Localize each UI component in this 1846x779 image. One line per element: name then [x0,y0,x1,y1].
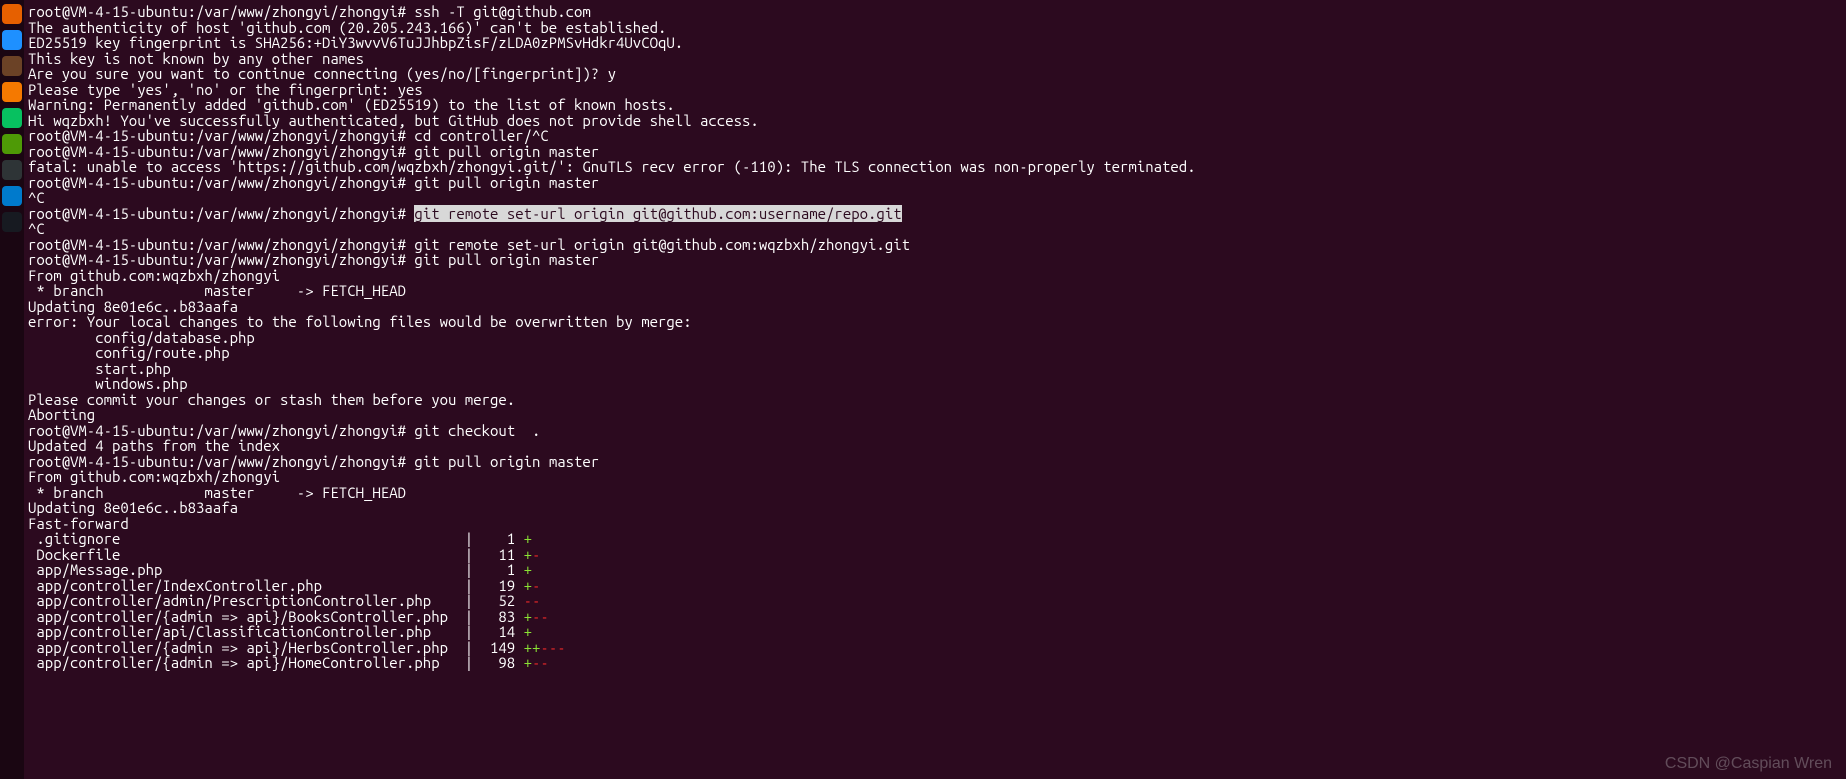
dock-item-files[interactable] [2,56,22,76]
terminal-line: Fast-forward [28,516,1842,532]
terminal-line: Are you sure you want to continue connec… [28,66,1842,82]
shell-prompt: root@VM-4-15-ubuntu:/var/www/zhongyi/zho… [28,174,406,191]
shell-prompt: root@VM-4-15-ubuntu:/var/www/zhongyi/zho… [28,3,406,20]
shell-command: git pull origin master [406,143,599,160]
terminal-line: root@VM-4-15-ubuntu:/var/www/zhongyi/zho… [28,4,1842,20]
terminal-line: From github.com:wqzbxh/zhongyi [28,469,1842,485]
dock-item-wechat[interactable] [2,108,22,128]
terminal-line: Updating 8e01e6c..b83aafa [28,299,1842,315]
terminal-line: app/Message.php | 1 + [28,562,1842,578]
terminal-line: root@VM-4-15-ubuntu:/var/www/zhongyi/zho… [28,237,1842,253]
terminal-line: app/controller/{admin => api}/HomeContro… [28,655,1842,671]
terminal-line: This key is not known by any other names [28,51,1842,67]
shell-prompt: root@VM-4-15-ubuntu:/var/www/zhongyi/zho… [28,453,406,470]
terminal-line: root@VM-4-15-ubuntu:/var/www/zhongyi/zho… [28,144,1842,160]
terminal-line: .gitignore | 1 + [28,531,1842,547]
shell-prompt: root@VM-4-15-ubuntu:/var/www/zhongyi/zho… [28,236,406,253]
diff-plus: ++ [524,639,541,656]
diff-plus: + [524,577,532,594]
diff-minus: -- [532,608,549,625]
diff-file: app/controller/IndexController.php | 19 [28,577,524,594]
shell-command: ssh -T git@github.com [406,3,591,20]
terminal-line: Please type 'yes', 'no' or the fingerpri… [28,82,1842,98]
terminal-line: root@VM-4-15-ubuntu:/var/www/zhongyi/zho… [28,206,1842,222]
terminal-line: fatal: unable to access 'https://github.… [28,159,1842,175]
ubuntu-dock [0,0,24,779]
diff-file: app/controller/api/ClassificationControl… [28,623,524,640]
diff-file: .gitignore | 1 [28,530,524,547]
watermark-text: CSDN @Caspian Wren [1665,756,1832,772]
shell-prompt: root@VM-4-15-ubuntu:/var/www/zhongyi/zho… [28,127,406,144]
terminal-line: Dockerfile | 11 +- [28,547,1842,563]
diff-file: app/controller/{admin => api}/HomeContro… [28,654,524,671]
terminal-line: app/controller/admin/PrescriptionControl… [28,593,1842,609]
terminal-line: * branch master -> FETCH_HEAD [28,485,1842,501]
shell-command: git checkout . [406,422,540,439]
terminal-line: root@VM-4-15-ubuntu:/var/www/zhongyi/zho… [28,423,1842,439]
shell-prompt: root@VM-4-15-ubuntu:/var/www/zhongyi/zho… [28,422,406,439]
diff-plus: + [524,623,532,640]
terminal-line: app/controller/api/ClassificationControl… [28,624,1842,640]
diff-file: app/Message.php | 1 [28,561,524,578]
diff-plus: + [524,530,532,547]
terminal-line: Updated 4 paths from the index [28,438,1842,454]
dock-item-settings[interactable] [2,134,22,154]
terminal-line: Please commit your changes or stash them… [28,392,1842,408]
diff-file: Dockerfile | 11 [28,546,524,563]
diff-minus: -- [524,592,541,609]
terminal-line: root@VM-4-15-ubuntu:/var/www/zhongyi/zho… [28,128,1842,144]
terminal-line: From github.com:wqzbxh/zhongyi [28,268,1842,284]
diff-minus: -- [532,654,549,671]
terminal-line: Aborting [28,407,1842,423]
terminal-line: windows.php [28,376,1842,392]
diff-minus: - [532,577,540,594]
diff-plus: + [524,608,532,625]
diff-minus: - [532,546,540,563]
dock-item-firefox[interactable] [2,4,22,24]
shell-prompt: root@VM-4-15-ubuntu:/var/www/zhongyi/zho… [28,251,406,268]
terminal-line: root@VM-4-15-ubuntu:/var/www/zhongyi/zho… [28,454,1842,470]
shell-command: cd controller/^C [406,127,549,144]
dock-item-terminal[interactable] [2,160,22,180]
diff-minus: --- [540,639,565,656]
terminal-line: Updating 8e01e6c..b83aafa [28,500,1842,516]
shell-command: git remote set-url origin git@github.com… [406,236,910,253]
terminal-content[interactable]: root@VM-4-15-ubuntu:/var/www/zhongyi/zho… [28,4,1842,671]
terminal-line: start.php [28,361,1842,377]
terminal-line: ^C [28,221,1842,237]
diff-file: app/controller/admin/PrescriptionControl… [28,592,524,609]
diff-plus: + [524,546,532,563]
shell-command: git pull origin master [406,453,599,470]
terminal-line: app/controller/{admin => api}/BooksContr… [28,609,1842,625]
shell-command: git pull origin master [406,251,599,268]
terminal-line: app/controller/IndexController.php | 19 … [28,578,1842,594]
diff-plus: + [524,654,532,671]
dock-item-help[interactable] [2,82,22,102]
highlighted-command: git remote set-url origin git@github.com… [414,205,901,222]
terminal-line: Warning: Permanently added 'github.com' … [28,97,1842,113]
terminal-line: root@VM-4-15-ubuntu:/var/www/zhongyi/zho… [28,175,1842,191]
terminal-line: ED25519 key fingerprint is SHA256:+DiY3w… [28,35,1842,51]
terminal-line: ^C [28,190,1842,206]
shell-command: git pull origin master [406,174,599,191]
terminal-line: app/controller/{admin => api}/HerbsContr… [28,640,1842,656]
dock-item-email[interactable] [2,30,22,50]
terminal-line: error: Your local changes to the followi… [28,314,1842,330]
terminal-line: The authenticity of host 'github.com (20… [28,20,1842,36]
shell-prompt: root@VM-4-15-ubuntu:/var/www/zhongyi/zho… [28,205,406,222]
shell-prompt: root@VM-4-15-ubuntu:/var/www/zhongyi/zho… [28,143,406,160]
terminal-window[interactable]: root@VM-4-15-ubuntu:/var/www/zhongyi/zho… [24,0,1846,779]
terminal-line: root@VM-4-15-ubuntu:/var/www/zhongyi/zho… [28,252,1842,268]
dock-item-vscode[interactable] [2,186,22,206]
terminal-line: * branch master -> FETCH_HEAD [28,283,1842,299]
dock-item-steam[interactable] [2,212,22,232]
diff-plus: + [524,561,532,578]
terminal-line: Hi wqzbxh! You've successfully authentic… [28,113,1842,129]
diff-file: app/controller/{admin => api}/BooksContr… [28,608,524,625]
terminal-line: config/route.php [28,345,1842,361]
diff-file: app/controller/{admin => api}/HerbsContr… [28,639,524,656]
terminal-line: config/database.php [28,330,1842,346]
